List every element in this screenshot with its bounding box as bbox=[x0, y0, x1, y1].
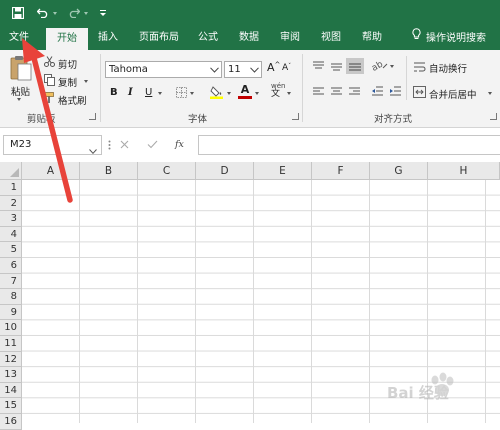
watermark-logo: Bai 经验 bbox=[383, 368, 493, 410]
annotation-arrow-icon bbox=[22, 38, 73, 203]
watermark-text: Bai 经验 bbox=[387, 384, 449, 402]
